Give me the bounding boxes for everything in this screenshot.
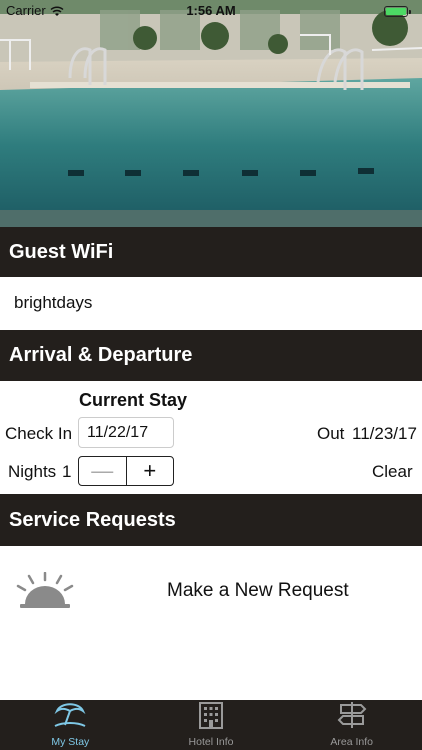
nights-count: 1 [62,462,72,481]
hero-pool-image [0,0,422,227]
nights-stepper: — + [78,456,174,486]
wifi-network-name: brightdays [14,293,93,312]
building-icon [194,701,228,734]
status-bar: Carrier 1:56 AM [0,0,422,22]
current-stay-label: Current Stay [79,390,188,410]
battery-icon [384,6,411,17]
clear-button[interactable]: Clear [372,462,413,482]
signpost-icon [335,701,369,734]
service-requests-header: Service Requests [0,494,422,546]
increment-nights-button[interactable]: + [127,457,174,485]
tab-area-info[interactable]: Area Info [281,700,422,750]
tab-label-hotel-info: Hotel Info [188,736,234,748]
service-bell-icon[interactable] [12,571,78,617]
check-out-date[interactable]: 11/23/17 [352,424,417,444]
guest-wifi-header: Guest WiFi [0,227,422,277]
tab-hotel-info[interactable]: Hotel Info [141,700,282,750]
make-new-request-button[interactable]: Make a New Request [167,580,349,602]
decrement-nights-button[interactable]: — [79,457,127,485]
check-in-date-field[interactable]: 11/22/17 [78,417,174,448]
arrival-departure-header: Arrival & Departure [0,330,422,381]
check-out-label: Out [317,424,345,443]
nights-label: Nights [8,462,57,481]
tab-my-stay[interactable]: My Stay [0,700,141,750]
clock-label: 1:56 AM [186,3,236,18]
check-in-label: Check In [5,424,73,443]
tab-label-area-info: Area Info [330,736,373,748]
tab-label-my-stay: My Stay [51,736,90,748]
beach-umbrella-icon [53,701,87,734]
tab-bar: My Stay Hotel Info Area Info [0,700,422,750]
